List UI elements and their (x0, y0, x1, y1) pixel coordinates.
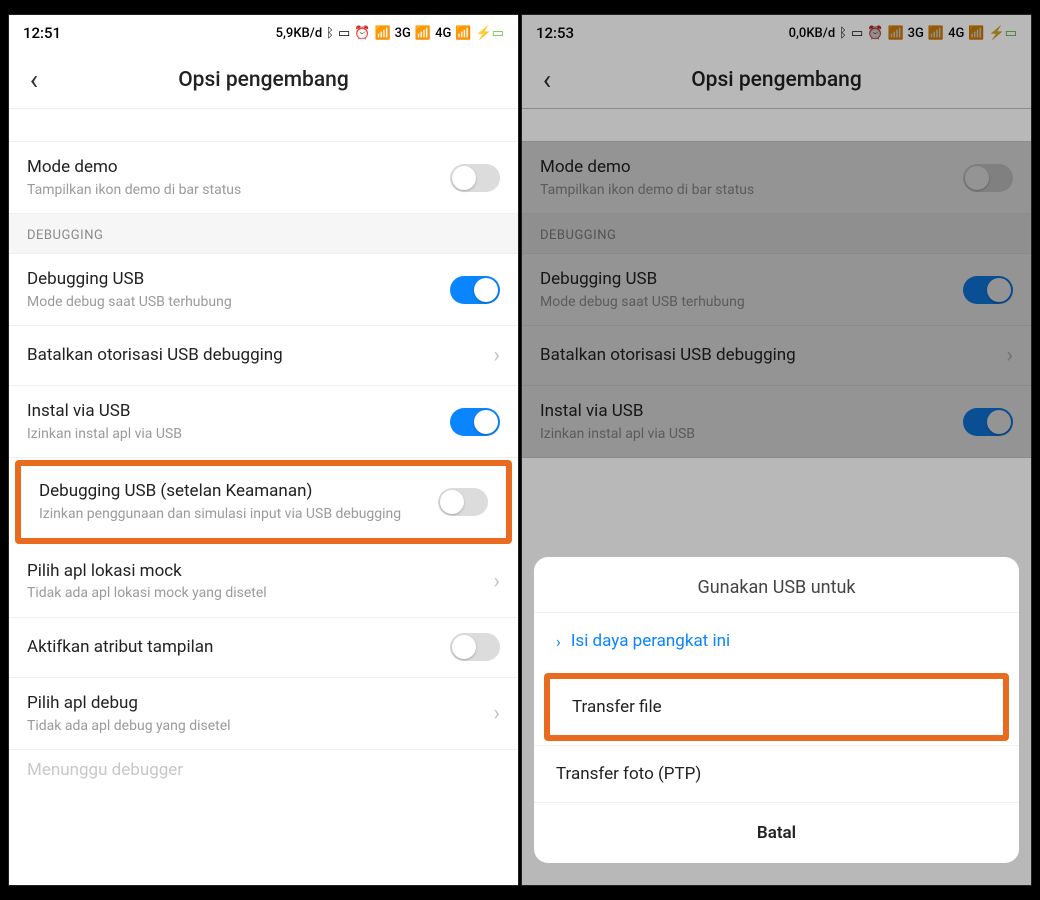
page-title: Opsi pengembang (9, 68, 518, 92)
option-charge-device[interactable]: › Isi daya perangkat ini (534, 612, 1019, 669)
row-subtitle: Tidak ada apl lokasi mock yang disetel (27, 584, 481, 602)
back-button[interactable]: ‹ (9, 63, 59, 96)
row-title: Pilih apl debug (27, 692, 481, 715)
battery-charging-icon: ⚡▭ (476, 26, 504, 41)
cancel-button[interactable]: Batal (534, 802, 1019, 863)
toggle-install-via-usb[interactable] (450, 408, 500, 436)
section-header-debugging: DEBUGGING (9, 214, 518, 254)
row-title: Debugging USB (setelan Keamanan) (39, 480, 426, 503)
phone-right: 12:53 0,0KB/d ᛒ ▭ ⏰ 📶3G 📶4G 📶 ⚡▭ ‹ Opsi … (521, 14, 1032, 886)
option-label: Transfer file (572, 697, 662, 717)
row-mode-demo[interactable]: Mode demo Tampilkan ikon demo di bar sta… (9, 142, 518, 214)
cut-off-row (9, 109, 518, 142)
status-right: 5,9KB/d ᛒ ▭ ⏰ 📶 3G 📶 4G 📶 ⚡▭ (276, 26, 504, 41)
option-transfer-photo-ptp[interactable]: Transfer foto (PTP) (534, 745, 1019, 802)
row-revoke-usb-auth[interactable]: Batalkan otorisasi USB debugging › (9, 326, 518, 386)
row-usb-debug-security[interactable]: Debugging USB (setelan Keamanan) Izinkan… (21, 466, 506, 537)
app-header: ‹ Opsi pengembang (9, 51, 518, 109)
toggle-view-attributes[interactable] (450, 633, 500, 661)
chevron-left-icon: ‹ (30, 63, 38, 96)
row-subtitle: Tidak ada apl debug yang disetel (27, 717, 481, 735)
net-speed: 5,9KB/d (276, 26, 323, 41)
status-bar: 12:51 5,9KB/d ᛒ ▭ ⏰ 📶 3G 📶 4G 📶 ⚡▭ (9, 15, 518, 51)
signal-icon: 📶 (415, 26, 431, 41)
row-title: Pilih apl lokasi mock (27, 560, 481, 583)
row-title: Debugging USB (27, 268, 438, 291)
sig2-label: 4G (435, 26, 451, 41)
highlight-transfer-file: Transfer file (544, 673, 1009, 741)
row-mock-location[interactable]: Pilih apl lokasi mock Tidak ada apl loka… (9, 546, 518, 618)
row-install-via-usb[interactable]: Instal via USB Izinkan instal apl via US… (9, 386, 518, 458)
usb-dialog: Gunakan USB untuk › Isi daya perangkat i… (534, 557, 1019, 863)
option-transfer-file[interactable]: Transfer file (550, 679, 1003, 735)
wifi-icon: 📶 (455, 26, 471, 41)
row-title: Mode demo (27, 156, 438, 179)
row-select-debug-app[interactable]: Pilih apl debug Tidak ada apl debug yang… (9, 678, 518, 750)
row-subtitle: Mode debug saat USB terhubung (27, 293, 438, 311)
row-usb-debugging[interactable]: Debugging USB Mode debug saat USB terhub… (9, 254, 518, 326)
row-title: Batalkan otorisasi USB debugging (27, 344, 481, 367)
bluetooth-icon: ᛒ (326, 26, 334, 41)
row-title: Menunggu debugger (27, 760, 183, 780)
status-time: 12:51 (23, 24, 61, 42)
option-label: Isi daya perangkat ini (571, 631, 730, 651)
toggle-usb-debugging[interactable] (450, 276, 500, 304)
chevron-right-icon: › (493, 569, 500, 594)
row-subtitle: Izinkan penggunaan dan simulasi input vi… (39, 505, 426, 523)
row-title: Instal via USB (27, 400, 438, 423)
screen-content-left: 12:51 5,9KB/d ᛒ ▭ ⏰ 📶 3G 📶 4G 📶 ⚡▭ ‹ Opsi … (9, 15, 518, 780)
alarm-icon: ⏰ (354, 26, 370, 41)
row-subtitle: Tampilkan ikon demo di bar status (27, 181, 438, 199)
highlight-usb-security: Debugging USB (setelan Keamanan) Izinkan… (15, 460, 512, 543)
dialog-overlay[interactable]: Gunakan USB untuk › Isi daya perangkat i… (522, 15, 1031, 885)
battery-icon: ▭ (338, 26, 350, 41)
row-title: Aktifkan atribut tampilan (27, 636, 438, 659)
chevron-right-icon: › (493, 343, 500, 368)
row-wait-debugger[interactable]: Menunggu debugger (9, 750, 518, 780)
chevron-right-icon: › (556, 632, 561, 651)
cancel-label: Batal (757, 823, 796, 843)
sig1-label: 3G (395, 26, 411, 41)
dialog-title: Gunakan USB untuk (534, 557, 1019, 612)
row-view-attributes[interactable]: Aktifkan atribut tampilan (9, 618, 518, 678)
toggle-usb-debug-security[interactable] (438, 488, 488, 516)
phone-left: 12:51 5,9KB/d ᛒ ▭ ⏰ 📶 3G 📶 4G 📶 ⚡▭ ‹ Opsi … (8, 14, 519, 886)
toggle-mode-demo[interactable] (450, 164, 500, 192)
signal-icon: 📶 (374, 26, 390, 41)
option-label: Transfer foto (PTP) (556, 764, 701, 784)
chevron-right-icon: › (493, 701, 500, 726)
row-subtitle: Izinkan instal apl via USB (27, 425, 438, 443)
